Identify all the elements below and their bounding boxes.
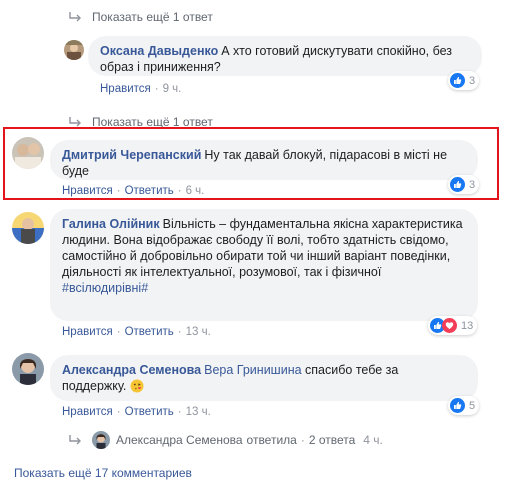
reply-link[interactable]: Ответить bbox=[125, 185, 174, 197]
avatar bbox=[92, 431, 110, 449]
timestamp[interactable]: 13 ч. bbox=[186, 326, 211, 338]
comment-actions: Нравится · Ответить · 6 ч. bbox=[62, 185, 204, 197]
comment-bubble: Дмитрий Черепанский Ну так давай блокуй, … bbox=[50, 140, 478, 180]
reaction-number: 13 bbox=[461, 319, 474, 332]
mention-link[interactable]: Вера Гринишина bbox=[204, 363, 301, 377]
reaction-count[interactable]: 13 bbox=[428, 316, 478, 335]
like-icon bbox=[450, 398, 465, 413]
separator: · bbox=[116, 326, 121, 338]
comment-bubble: Александра Семенова Вера Гринишина спасиб… bbox=[50, 355, 478, 401]
like-icon bbox=[450, 177, 465, 192]
like-link[interactable]: Нравится bbox=[62, 185, 113, 197]
show-more-replies-top[interactable]: Показать ещё 1 ответ bbox=[68, 10, 213, 24]
show-more-comments[interactable]: Показать ещё 17 комментариев bbox=[14, 466, 192, 480]
comment-author[interactable]: Александра Семенова bbox=[62, 363, 201, 377]
reply-link[interactable]: Ответить bbox=[125, 326, 174, 338]
separator: · bbox=[177, 326, 182, 338]
separator: · bbox=[300, 433, 305, 447]
avatar[interactable] bbox=[12, 137, 44, 169]
separator: · bbox=[116, 406, 121, 418]
comment-bubble: Оксана Давыденко А хто готовий дискутуват… bbox=[88, 36, 482, 76]
reply-verb: ответила bbox=[246, 433, 297, 447]
reply-author: Александра Семенова bbox=[116, 433, 243, 447]
avatar[interactable] bbox=[64, 40, 84, 60]
timestamp[interactable]: 6 ч. bbox=[186, 185, 205, 197]
reply-arrow-icon bbox=[68, 11, 82, 23]
like-link[interactable]: Нравится bbox=[62, 326, 113, 338]
reply-arrow-icon bbox=[68, 434, 82, 446]
reaction-number: 5 bbox=[469, 399, 476, 412]
comment-actions: Нравится · Ответить · 13 ч. bbox=[62, 326, 211, 338]
comment-actions: Нравится · 9 ч. bbox=[100, 83, 181, 95]
timestamp[interactable]: 13 ч. bbox=[186, 406, 211, 418]
love-icon bbox=[442, 318, 457, 333]
kiss-emoji-icon bbox=[130, 379, 144, 393]
timestamp[interactable]: 9 ч. bbox=[163, 83, 182, 95]
separator: · bbox=[177, 185, 182, 197]
reaction-number: 3 bbox=[469, 178, 476, 191]
comment-author[interactable]: Оксана Давыденко bbox=[100, 44, 218, 58]
reaction-count[interactable]: 5 bbox=[448, 396, 480, 415]
comment-author[interactable]: Галина Олійник bbox=[62, 217, 160, 231]
reaction-number: 3 bbox=[469, 74, 476, 87]
reply-link[interactable]: Ответить bbox=[125, 406, 174, 418]
reply-time: 4 ч. bbox=[363, 433, 383, 447]
avatar[interactable] bbox=[12, 353, 44, 385]
hashtag-link[interactable]: #всілюдирівні# bbox=[62, 281, 148, 295]
like-link[interactable]: Нравится bbox=[100, 83, 151, 95]
reaction-count[interactable]: 3 bbox=[448, 71, 480, 90]
avatar[interactable] bbox=[12, 212, 44, 244]
show-more-replies-label: Показать ещё 1 ответ bbox=[92, 10, 213, 24]
like-link[interactable]: Нравится bbox=[62, 406, 113, 418]
replies-summary[interactable]: Александра Семенова ответила · 2 ответа … bbox=[68, 431, 383, 449]
reply-count: 2 ответа bbox=[308, 433, 356, 447]
reaction-count[interactable]: 3 bbox=[448, 175, 480, 194]
separator: · bbox=[177, 406, 182, 418]
comment-bubble: Галина Олійник Вільність – фундаментальна… bbox=[50, 209, 478, 321]
separator: · bbox=[116, 185, 121, 197]
comment-actions: Нравится · Ответить · 13 ч. bbox=[62, 406, 211, 418]
like-icon bbox=[450, 73, 465, 88]
separator: · bbox=[154, 83, 159, 95]
comment-author[interactable]: Дмитрий Черепанский bbox=[62, 148, 201, 162]
